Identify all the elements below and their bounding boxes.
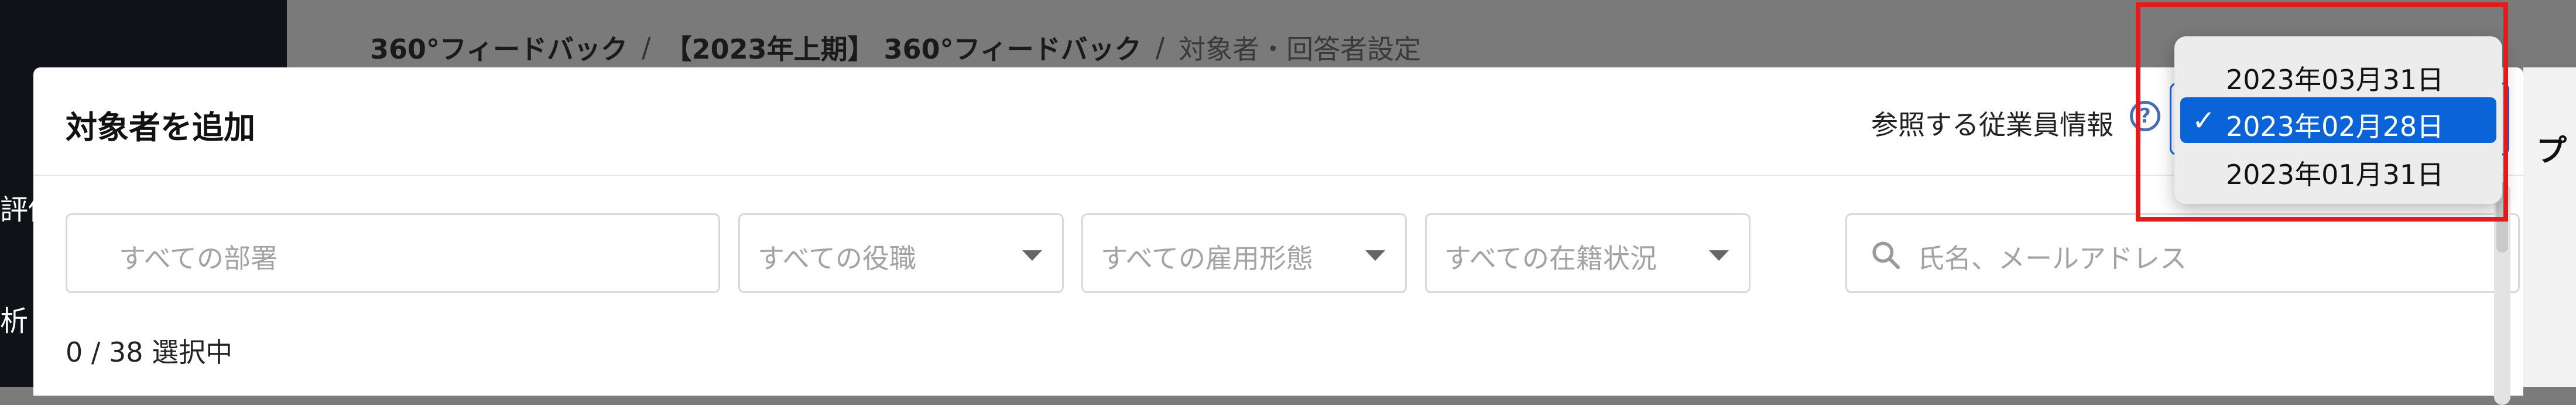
search-icon bbox=[1872, 241, 1900, 270]
background-column-header-fragment: プ bbox=[2536, 134, 2567, 169]
chevron-down-icon bbox=[1022, 250, 1042, 261]
employment-type-filter-placeholder: すべての雇用形態 bbox=[1101, 243, 1313, 274]
breadcrumb-separator: / bbox=[1155, 32, 1165, 63]
name-email-search-input[interactable]: 氏名、メールアドレス bbox=[1845, 213, 2520, 293]
reference-employee-info-label: 参照する従業員情報 bbox=[1871, 109, 2113, 141]
search-placeholder: 氏名、メールアドレス bbox=[1917, 243, 2187, 274]
breadcrumb: 360°フィードバック / 【2023年上期】 360°フィードバック / 対象… bbox=[370, 28, 1421, 67]
breadcrumb-item-360-feedback[interactable]: 360°フィードバック bbox=[370, 28, 628, 67]
selection-count: 0 / 38 選択中 bbox=[66, 336, 233, 368]
role-filter-placeholder: すべての役職 bbox=[758, 243, 916, 274]
sidebar-item-analysis-fragment[interactable]: 析 bbox=[0, 298, 28, 339]
modal-title: 対象者を追加 bbox=[66, 109, 255, 146]
role-filter[interactable]: すべての役職 bbox=[738, 213, 1064, 293]
chevron-down-icon bbox=[1709, 250, 1729, 261]
background-content-strip bbox=[2523, 67, 2576, 387]
breadcrumb-separator: / bbox=[642, 32, 651, 63]
department-filter-placeholder: すべての部署 bbox=[119, 243, 278, 274]
enrollment-status-filter[interactable]: すべての在籍状況 bbox=[1425, 213, 1751, 293]
employment-type-filter[interactable]: すべての雇用形態 bbox=[1081, 213, 1407, 293]
breadcrumb-current: 対象者・回答者設定 bbox=[1179, 33, 1421, 65]
annotation-highlight-box bbox=[2136, 2, 2508, 222]
enrollment-status-filter-placeholder: すべての在籍状況 bbox=[1444, 243, 1657, 274]
department-filter[interactable]: すべての部署 bbox=[66, 213, 720, 293]
breadcrumb-item-2023-first-half[interactable]: 【2023年上期】 360°フィードバック bbox=[665, 28, 1142, 67]
chevron-down-icon bbox=[1365, 250, 1385, 261]
